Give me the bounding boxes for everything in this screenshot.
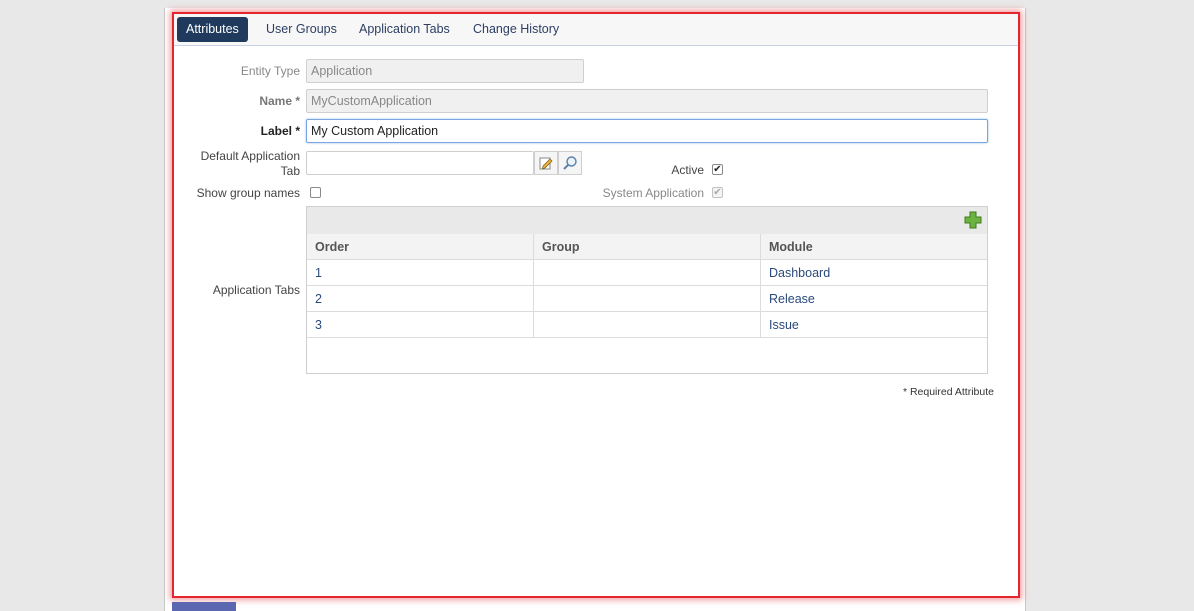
name-label: Name * bbox=[259, 94, 300, 108]
table-cell-module[interactable]: Dashboard bbox=[761, 260, 987, 286]
table-cell-order[interactable]: 1 bbox=[307, 260, 534, 286]
table-cell-group[interactable] bbox=[534, 260, 761, 286]
show-group-names-checkbox[interactable] bbox=[310, 187, 321, 198]
column-header-group[interactable]: Group bbox=[534, 234, 761, 260]
table-cell-order[interactable]: 2 bbox=[307, 286, 534, 312]
search-icon bbox=[563, 156, 577, 170]
table-cell-module[interactable]: Release bbox=[761, 286, 987, 312]
tab-application-tabs[interactable]: Application Tabs bbox=[350, 17, 459, 42]
tab-attributes[interactable]: Attributes bbox=[177, 17, 248, 42]
lookup-button[interactable] bbox=[558, 151, 582, 175]
application-dialog: Attributes User Groups Application Tabs … bbox=[172, 12, 1020, 598]
table-cell-group[interactable] bbox=[534, 312, 761, 338]
label-input[interactable]: My Custom Application bbox=[306, 119, 988, 143]
default-tab-label-line1: Default Application bbox=[200, 149, 300, 163]
grid-toolbar bbox=[307, 207, 987, 235]
save-button[interactable] bbox=[172, 602, 236, 611]
tab-change-history[interactable]: Change History bbox=[464, 17, 568, 42]
entity-type-label: Entity Type bbox=[240, 64, 300, 78]
tab-bar: Attributes User Groups Application Tabs … bbox=[174, 14, 1018, 46]
add-row-button[interactable] bbox=[963, 210, 983, 230]
edit-button[interactable] bbox=[534, 151, 558, 175]
table-cell-group[interactable] bbox=[534, 286, 761, 312]
application-tabs-label: Application Tabs bbox=[212, 283, 300, 297]
default-tab-input[interactable] bbox=[306, 151, 534, 175]
column-header-order[interactable]: Order bbox=[307, 234, 534, 260]
table-cell-order[interactable]: 3 bbox=[307, 312, 534, 338]
table-cell-module[interactable]: Issue bbox=[761, 312, 987, 338]
default-tab-label-line2: Tab bbox=[280, 164, 300, 178]
edit-icon bbox=[539, 157, 553, 170]
entity-type-field: Application bbox=[306, 59, 584, 83]
required-attribute-note: * Required Attribute bbox=[902, 386, 994, 398]
system-application-checkbox: ✔ bbox=[712, 187, 723, 198]
name-field: MyCustomApplication bbox=[306, 89, 988, 113]
system-application-label: System Application bbox=[602, 186, 704, 200]
tab-user-groups[interactable]: User Groups bbox=[257, 17, 346, 42]
show-group-names-label: Show group names bbox=[196, 186, 300, 200]
active-checkbox[interactable]: ✔ bbox=[712, 164, 723, 175]
column-header-module[interactable]: Module bbox=[761, 234, 987, 260]
add-icon bbox=[964, 211, 982, 229]
active-label: Active bbox=[671, 163, 704, 177]
application-tabs-grid: Order Group Module 1 Dashboard 2 Release… bbox=[306, 206, 988, 374]
label-label: Label * bbox=[260, 124, 300, 138]
default-tab-label: Default Application Tab bbox=[201, 149, 300, 179]
